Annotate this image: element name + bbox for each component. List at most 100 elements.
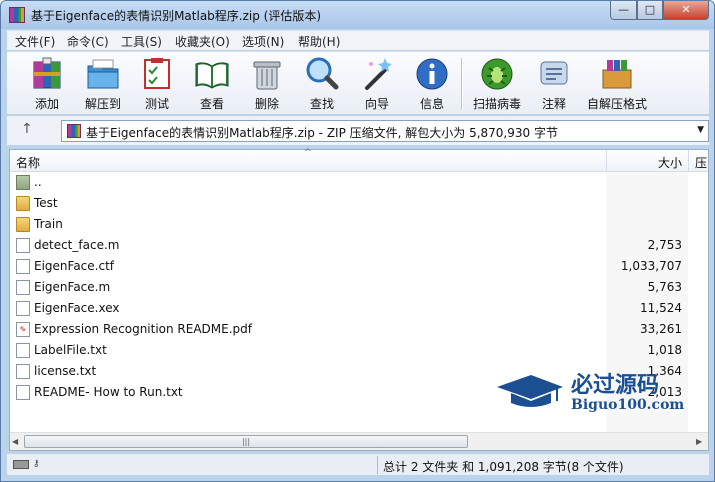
menu-help[interactable]: 帮助(H) [298,33,340,50]
add-label: 添加 [34,97,59,111]
trash-icon [253,61,281,90]
document-icon [16,364,30,379]
virus-scan-label: 扫描病毒 [472,97,521,111]
delete-label: 删除 [254,97,279,111]
scroll-left-icon[interactable]: ◀ [12,437,18,446]
zip-archive-icon [67,124,81,138]
wizard-button[interactable]: 向导 [349,52,405,114]
file-name: Expression Recognition README.pdf [34,322,253,336]
title-bar: 基于Eigenface的表情识别Matlab程序.zip (评估版本) — □ … [1,1,714,29]
file-row[interactable]: Test [10,193,708,214]
graduation-cap-icon [497,375,563,407]
window-title: 基于Eigenface的表情识别Matlab程序.zip (评估版本) [31,9,322,23]
extract-to-icon [87,59,119,89]
file-size: 33,261 [640,322,682,336]
sfx-box-icon [602,60,632,89]
add-archive-icon [33,57,61,89]
comment-button[interactable]: 注释 [526,52,582,114]
magnifier-icon [306,57,339,90]
menu-favorites[interactable]: 收藏夹(O) [175,33,230,50]
file-size: 5,763 [647,280,682,294]
file-row[interactable]: EigenFace.m 5,763 [10,277,708,298]
file-size: 2,753 [647,238,682,252]
column-header: 名称 ^ 大小 压 [10,148,710,172]
document-icon [16,301,30,316]
up-one-level-button[interactable]: ↑ [21,121,33,137]
close-button[interactable]: ✕ [663,1,709,20]
watermark-url: Biguo100.com [571,397,685,413]
status-bar: ⚷ 总计 2 文件夹 和 1,091,208 字节(8 个文件) [7,453,709,475]
file-name: LabelFile.txt [34,343,107,357]
virus-scan-button[interactable]: 扫描病毒 [469,52,525,114]
file-name: Test [34,196,58,210]
test-label: 测试 [144,97,169,111]
horizontal-scrollbar[interactable]: ◀ ||| ▶ [10,432,708,450]
toolbar: 添加 解压到 测试 查看 删除 查找 向导 信息 扫描病毒 注释 自解压格式 [7,51,709,115]
info-button[interactable]: 信息 [404,52,460,114]
menu-tools[interactable]: 工具(S) [121,33,162,50]
file-row[interactable]: EigenFace.xex 11,524 [10,298,708,319]
test-icon [144,58,170,89]
status-summary: 总计 2 文件夹 和 1,091,208 字节(8 个文件) [383,460,624,474]
sfx-label: 自解压格式 [586,97,647,111]
document-icon [16,385,30,400]
folder-icon [16,196,30,211]
file-row-parent[interactable]: .. [10,172,708,193]
sfx-button[interactable]: 自解压格式 [587,52,647,114]
info-label: 信息 [419,97,444,111]
file-name: EigenFace.m [34,280,111,294]
file-name: EigenFace.ctf [34,259,114,273]
file-name: detect_face.m [34,238,120,252]
menu-commands[interactable]: 命令(C) [67,33,109,50]
toolbar-separator [461,58,463,110]
document-icon [16,238,30,253]
add-button[interactable]: 添加 [19,52,75,114]
address-bar: ↑ 基于Eigenface的表情识别Matlab程序.zip - ZIP 压缩文… [7,116,709,145]
column-name-header[interactable]: 名称 [16,154,40,171]
watermark-text: 必过源码 [571,372,660,398]
file-row[interactable]: ✎ Expression Recognition README.pdf 33,2… [10,319,708,340]
maximize-button[interactable]: □ [637,1,663,20]
winrar-app-icon[interactable] [9,7,25,23]
scroll-right-icon[interactable]: ▶ [696,437,702,446]
extract-to-button[interactable]: 解压到 [75,52,131,114]
comment-icon [540,61,568,85]
pdf-icon: ✎ [16,322,30,337]
view-button[interactable]: 查看 [184,52,240,114]
comment-label: 注释 [541,97,566,111]
file-row[interactable]: EigenFace.ctf 1,033,707 [10,256,708,277]
minimize-button[interactable]: — [610,1,637,20]
file-name: Train [34,217,63,231]
file-name: EigenFace.xex [34,301,120,315]
find-button[interactable]: 查找 [294,52,350,114]
column-packed-header[interactable]: 压 [688,150,710,172]
delete-button[interactable]: 删除 [239,52,295,114]
view-book-icon [195,62,229,89]
wizard-wand-icon [365,58,392,90]
column-size-header[interactable]: 大小 [606,150,688,172]
wizard-label: 向导 [364,97,389,111]
menu-options[interactable]: 选项(N) [242,33,284,50]
path-dropdown-icon[interactable]: ▼ [697,125,704,135]
archive-path-combo[interactable]: 基于Eigenface的表情识别Matlab程序.zip - ZIP 压缩文件,… [61,120,709,142]
key-icon[interactable]: ⚷ [33,459,51,470]
parent-folder-icon [16,175,30,190]
document-icon [16,259,30,274]
virus-scan-icon [481,58,513,90]
test-button[interactable]: 测试 [129,52,185,114]
file-row[interactable]: detect_face.m 2,753 [10,235,708,256]
document-icon [16,280,30,295]
menu-bar: 文件(F) 命令(C) 工具(S) 收藏夹(O) 选项(N) 帮助(H) [7,30,709,50]
view-label: 查看 [199,97,224,111]
file-size: 11,524 [640,301,682,315]
file-row[interactable]: Train [10,214,708,235]
info-icon [416,58,448,90]
scrollbar-thumb[interactable]: ||| [24,435,468,448]
file-row[interactable]: LabelFile.txt 1,018 [10,340,708,361]
status-separator [377,456,378,474]
sort-ascending-icon: ^ [304,148,312,158]
menu-file[interactable]: 文件(F) [15,33,55,50]
drive-icon[interactable] [13,460,29,469]
file-size: 1,033,707 [620,259,682,273]
folder-icon [16,217,30,232]
